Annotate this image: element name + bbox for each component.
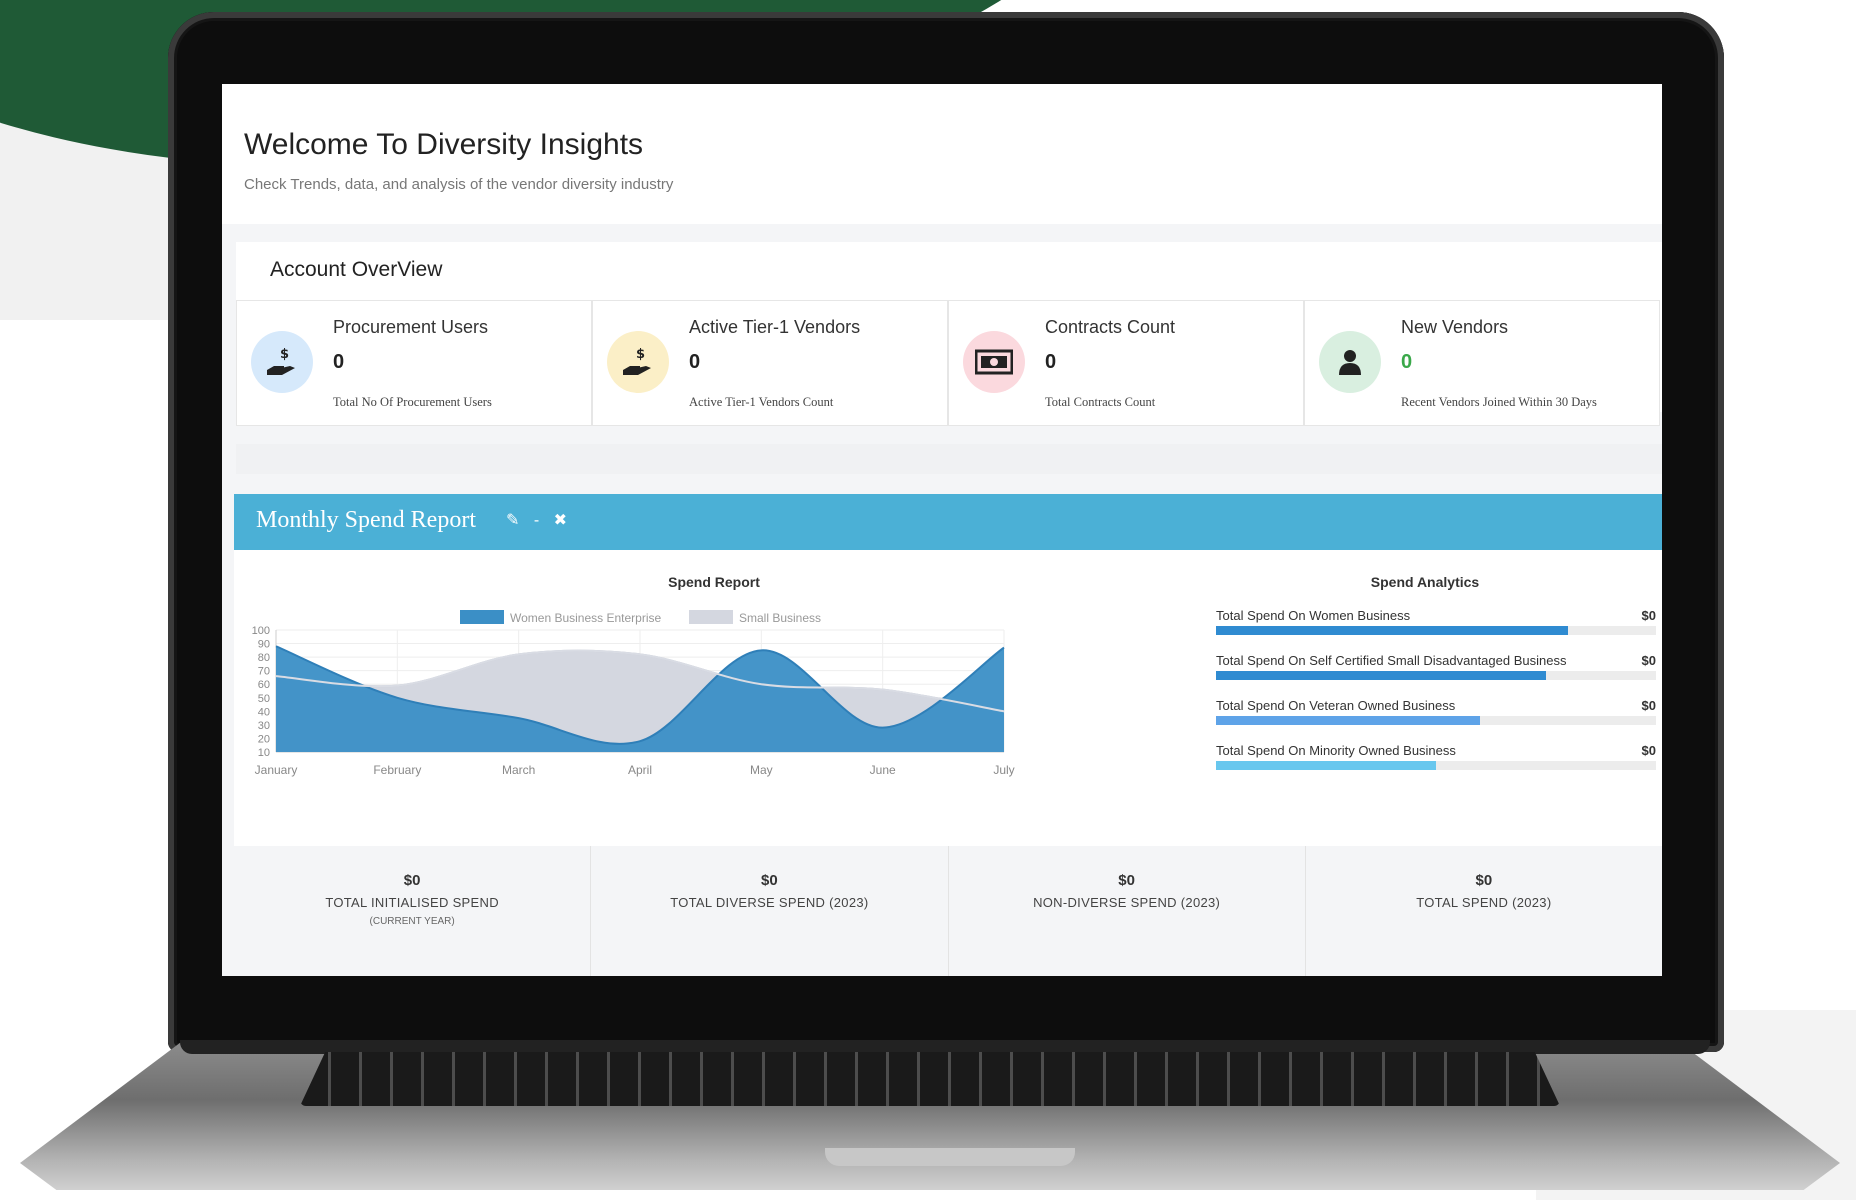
analytics-label: Total Spend On Minority Owned Business bbox=[1216, 743, 1456, 758]
panel-title: Monthly Spend Report bbox=[256, 507, 476, 533]
spend-report-chart: Women Business Enterprise Small Business 1… bbox=[252, 610, 1015, 777]
page-subtitle: Check Trends, data, and analysis of the … bbox=[244, 176, 674, 193]
hand-money-icon: $ bbox=[607, 331, 669, 393]
card-procurement-users[interactable]: $ Procurement Users 0 Total No Of Procur… bbox=[236, 300, 592, 426]
card-note: Total No Of Procurement Users bbox=[333, 395, 492, 409]
card-title: New Vendors bbox=[1401, 317, 1509, 337]
dashboard-screen: Welcome To Diversity Insights Check Tren… bbox=[222, 84, 1662, 976]
analytics-bar-fill bbox=[1216, 761, 1436, 770]
svg-text:$: $ bbox=[280, 347, 289, 362]
divider-strip bbox=[236, 444, 1662, 474]
legend-swatch bbox=[460, 610, 504, 624]
y-tick-label: 20 bbox=[258, 733, 270, 745]
x-tick-label: March bbox=[502, 763, 535, 777]
analytics-bar-track bbox=[1216, 716, 1656, 725]
y-tick-label: 50 bbox=[258, 693, 270, 705]
total-value: $0 bbox=[1475, 872, 1493, 889]
total-value: $0 bbox=[403, 872, 421, 889]
user-icon bbox=[1319, 331, 1381, 393]
analytics-bar-track bbox=[1216, 671, 1656, 680]
total-label: TOTAL DIVERSE SPEND (2023) bbox=[670, 895, 869, 910]
card-value: 0 bbox=[689, 351, 701, 373]
analytics-title: Spend Analytics bbox=[1370, 574, 1480, 590]
analytics-bar-track bbox=[1216, 761, 1656, 770]
total-initialised-spend: $0 TOTAL INITIALISED SPEND (CURRENT YEAR… bbox=[234, 846, 592, 976]
monthly-spend-header: Monthly Spend Report ✎ - ✖ bbox=[234, 494, 1662, 550]
analytics-value: $0 bbox=[1641, 743, 1656, 758]
totals-row: $0 TOTAL INITIALISED SPEND (CURRENT YEAR… bbox=[234, 846, 1662, 976]
card-new-vendors[interactable]: New Vendors 0 Recent Vendors Joined With… bbox=[1304, 300, 1660, 426]
analytics-label: Total Spend On Veteran Owned Business bbox=[1216, 698, 1456, 713]
non-diverse-spend: $0 NON-DIVERSE SPEND (2023) bbox=[949, 846, 1306, 976]
analytics-label: Total Spend On Women Business bbox=[1216, 608, 1411, 623]
x-tick-label: February bbox=[373, 763, 421, 777]
chart-title: Spend Report bbox=[668, 574, 760, 590]
x-tick-label: January bbox=[255, 763, 298, 777]
total-label: TOTAL SPEND (2023) bbox=[1416, 895, 1552, 910]
card-note: Active Tier-1 Vendors Count bbox=[689, 395, 834, 409]
card-note: Recent Vendors Joined Within 30 Days bbox=[1401, 395, 1597, 409]
card-note: Total Contracts Count bbox=[1045, 395, 1156, 409]
analytics-row-minority: Total Spend On Minority Owned Business $… bbox=[1216, 743, 1662, 783]
total-label: TOTAL INITIALISED SPEND bbox=[325, 895, 499, 910]
total-diverse-spend: $0 TOTAL DIVERSE SPEND (2023) bbox=[591, 846, 949, 976]
x-tick-label: April bbox=[628, 763, 652, 777]
analytics-value: $0 bbox=[1641, 653, 1656, 668]
panel-tools: ✎ - ✖ bbox=[506, 510, 577, 530]
total-label: NON-DIVERSE SPEND (2023) bbox=[1033, 895, 1221, 910]
legend-swatch bbox=[689, 610, 733, 624]
hand-money-icon: $ bbox=[251, 331, 313, 393]
laptop-hinge bbox=[180, 1040, 1710, 1054]
analytics-bar-fill bbox=[1216, 671, 1546, 680]
card-value: 0 bbox=[333, 351, 345, 373]
welcome-header: Welcome To Diversity Insights Check Tren… bbox=[222, 84, 1662, 224]
card-title: Contracts Count bbox=[1045, 317, 1176, 337]
card-title: Active Tier-1 Vendors bbox=[689, 317, 861, 337]
analytics-row-women: Total Spend On Women Business $0 bbox=[1216, 608, 1662, 648]
svg-text:$: $ bbox=[636, 347, 645, 362]
y-tick-label: 30 bbox=[258, 720, 270, 732]
y-tick-label: 60 bbox=[258, 679, 270, 691]
card-active-tier1-vendors[interactable]: $ Active Tier-1 Vendors 0 Active Tier-1 … bbox=[592, 300, 948, 426]
card-value: 0 bbox=[1401, 351, 1413, 373]
card-title: Procurement Users bbox=[333, 317, 489, 337]
account-overview: Account OverView $ Procurement Users 0 T… bbox=[236, 242, 1662, 426]
analytics-row-veteran: Total Spend On Veteran Owned Business $0 bbox=[1216, 698, 1662, 738]
laptop-keyboard bbox=[300, 1052, 1560, 1106]
analytics-label: Total Spend On Self Certified Small Disa… bbox=[1216, 653, 1567, 668]
total-value: $0 bbox=[1118, 872, 1135, 889]
x-tick-label: May bbox=[750, 763, 773, 777]
x-tick-label: July bbox=[993, 763, 1014, 777]
y-tick-label: 40 bbox=[258, 706, 270, 718]
overview-cards: $ Procurement Users 0 Total No Of Procur… bbox=[236, 300, 1662, 426]
y-tick-label: 90 bbox=[258, 639, 270, 651]
laptop-notch bbox=[825, 1148, 1075, 1166]
x-tick-label: June bbox=[870, 763, 896, 777]
close-icon[interactable]: ✖ bbox=[554, 512, 567, 529]
analytics-bar-fill bbox=[1216, 626, 1568, 635]
y-tick-label: 100 bbox=[252, 625, 270, 637]
analytics-value: $0 bbox=[1641, 608, 1656, 623]
edit-icon[interactable]: ✎ bbox=[506, 512, 519, 529]
analytics-value: $0 bbox=[1641, 698, 1656, 713]
card-contracts-count[interactable]: Contracts Count 0 Total Contracts Count bbox=[948, 300, 1304, 426]
y-tick-label: 10 bbox=[258, 747, 270, 759]
total-value: $0 bbox=[761, 872, 778, 889]
analytics-row-small-disadvantaged: Total Spend On Self Certified Small Disa… bbox=[1216, 653, 1662, 693]
total-sublabel: (CURRENT YEAR) bbox=[369, 916, 455, 927]
page-title: Welcome To Diversity Insights bbox=[244, 128, 644, 161]
y-tick-label: 80 bbox=[258, 652, 270, 664]
y-tick-label: 70 bbox=[258, 666, 270, 678]
legend-label: Women Business Enterprise bbox=[510, 611, 662, 625]
collapse-button[interactable]: - bbox=[534, 512, 539, 529]
legend-label: Small Business bbox=[739, 611, 821, 625]
analytics-bar-fill bbox=[1216, 716, 1480, 725]
analytics-bar-track bbox=[1216, 626, 1656, 635]
monthly-spend-body: Spend Report Women Business Enterprise Sm… bbox=[234, 550, 1662, 846]
banknote-icon bbox=[963, 331, 1025, 393]
total-spend: $0 TOTAL SPEND (2023) bbox=[1306, 846, 1662, 976]
card-value: 0 bbox=[1045, 351, 1057, 373]
overview-title: Account OverView bbox=[270, 258, 443, 281]
